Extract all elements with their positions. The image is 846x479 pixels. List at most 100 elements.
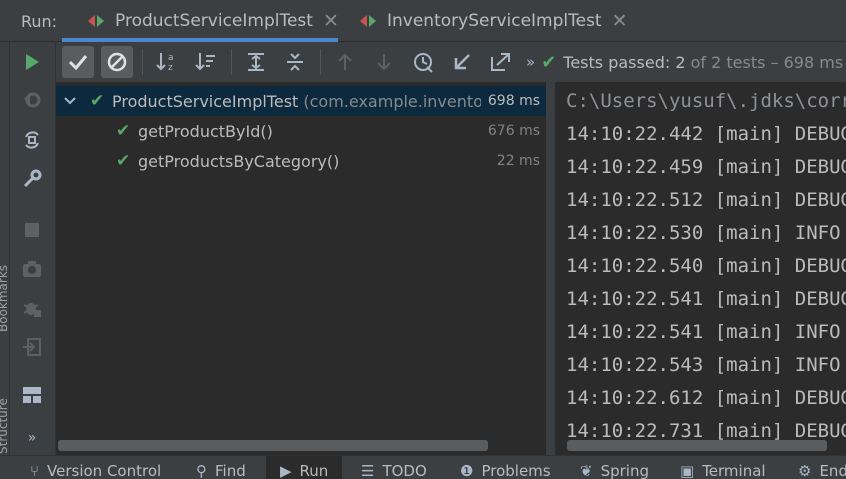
console-line: 14:10:22.541 [main] INFO bbox=[566, 321, 841, 343]
import-tests-icon[interactable] bbox=[446, 46, 478, 78]
run-sidebar: » bbox=[10, 42, 56, 455]
endpoints-tool-button[interactable]: ⚙ Endpoints bbox=[798, 456, 846, 479]
run-tool-button[interactable]: ▶ Run bbox=[266, 456, 343, 479]
previous-failed-test-icon[interactable] bbox=[329, 46, 361, 78]
collapse-all-icon[interactable] bbox=[279, 46, 311, 78]
passed-icon: ✔ bbox=[90, 91, 105, 111]
toolbar-separator bbox=[142, 49, 143, 75]
camera-icon[interactable] bbox=[20, 257, 44, 281]
test-class-package: (com.example.inventory.service) bbox=[303, 91, 482, 111]
show-passed-toggle[interactable] bbox=[62, 46, 94, 78]
run-icon: ▶ bbox=[280, 462, 292, 479]
test-method-name: getProductById() bbox=[138, 121, 273, 141]
tab-label: ProductServiceImplTest bbox=[115, 11, 313, 31]
toolbar-separator bbox=[320, 49, 321, 75]
branch-icon: ⑂ bbox=[30, 462, 40, 479]
problems-tool-button[interactable]: ❶ Problems bbox=[460, 456, 551, 479]
version-control-tool-button[interactable]: ⑂ Version Control bbox=[30, 456, 161, 479]
tests-status: ✔ Tests passed: 2 of 2 tests – 698 ms bbox=[541, 52, 843, 73]
test-toolbar: az » ✔ Tests passed: 2 of 2 tests – 698 … bbox=[56, 42, 846, 82]
spring-leaf-icon: ❦ bbox=[580, 462, 593, 479]
svg-text:a: a bbox=[168, 53, 174, 63]
tab-product-service-impl-test[interactable]: ProductServiceImplTest ✕ bbox=[88, 0, 339, 42]
test-history-icon[interactable] bbox=[407, 46, 439, 78]
rerun-failed-icon[interactable] bbox=[20, 89, 44, 113]
search-icon: ⚲ bbox=[196, 462, 207, 479]
close-icon[interactable]: ✕ bbox=[323, 10, 339, 32]
passed-icon: ✔ bbox=[116, 151, 131, 171]
test-duration: 22 ms bbox=[496, 153, 540, 169]
test-duration: 698 ms bbox=[487, 93, 540, 109]
sort-by-duration-icon[interactable] bbox=[190, 46, 222, 78]
close-icon[interactable]: ✕ bbox=[612, 10, 628, 32]
show-ignored-toggle[interactable] bbox=[101, 46, 133, 78]
test-class-name: ProductServiceImplTest bbox=[112, 91, 299, 111]
status-count: 2 bbox=[675, 52, 686, 72]
tool-label: Version Control bbox=[47, 462, 162, 479]
left-stripe: Bookmarks Structure bbox=[0, 42, 10, 455]
run-label: Run: bbox=[21, 12, 58, 31]
next-failed-test-icon[interactable] bbox=[368, 46, 400, 78]
toggle-auto-test-icon[interactable] bbox=[20, 128, 44, 152]
tool-label: Terminal bbox=[702, 462, 766, 479]
toolbar-overflow[interactable]: » bbox=[526, 53, 535, 71]
tree-row-root[interactable]: ✔ ProductServiceImplTest (com.example.in… bbox=[56, 86, 546, 116]
structure-stripe-label[interactable]: Structure bbox=[0, 398, 10, 454]
run-tab-bar: Run: ProductServiceImplTest ✕ InventoryS… bbox=[0, 0, 846, 42]
exit-icon[interactable] bbox=[20, 335, 44, 359]
debug-icon[interactable] bbox=[20, 296, 44, 320]
more-icon[interactable]: » bbox=[20, 426, 44, 450]
console-line: 14:10:22.459 [main] DEBUG bbox=[566, 156, 846, 178]
tool-label: Endpoints bbox=[819, 462, 846, 479]
stop-icon[interactable] bbox=[20, 218, 44, 242]
terminal-icon: ▣ bbox=[680, 462, 695, 479]
console-line: 14:10:22.530 [main] INFO bbox=[566, 222, 841, 244]
bookmarks-stripe-label[interactable]: Bookmarks bbox=[0, 265, 10, 332]
console-line: 14:10:22.541 [main] DEBUG bbox=[566, 288, 846, 310]
test-method-name: getProductsByCategory() bbox=[138, 151, 340, 171]
test-duration: 676 ms bbox=[487, 123, 540, 139]
passed-icon: ✔ bbox=[116, 121, 131, 141]
console-horizontal-scrollbar[interactable] bbox=[567, 440, 827, 451]
tree-horizontal-scrollbar[interactable] bbox=[58, 440, 488, 451]
test-tree: ✔ ProductServiceImplTest (com.example.in… bbox=[56, 82, 546, 455]
test-class-icon bbox=[360, 14, 378, 28]
wrench-icon[interactable] bbox=[20, 167, 44, 191]
tool-label: TODO bbox=[382, 462, 427, 479]
status-label: Tests passed: bbox=[563, 52, 671, 72]
tool-label: Spring bbox=[600, 462, 649, 479]
console-line: 14:10:22.512 [main] DEBUG bbox=[566, 189, 846, 211]
tool-label: Find bbox=[215, 462, 246, 479]
list-icon: ☰ bbox=[361, 462, 375, 479]
console-command-line: C:\Users\yusuf\.jdks\corretto bbox=[566, 90, 846, 112]
info-icon: ❶ bbox=[460, 462, 474, 479]
chevron-down-icon[interactable] bbox=[64, 93, 78, 109]
console-line: 14:10:22.442 [main] DEBUG bbox=[566, 123, 846, 145]
endpoints-icon: ⚙ bbox=[798, 462, 812, 479]
console-line: 14:10:22.731 [main] DEBUG bbox=[566, 420, 846, 442]
expand-all-icon[interactable] bbox=[240, 46, 272, 78]
layout-icon[interactable] bbox=[20, 383, 44, 407]
tab-inventory-service-impl-test[interactable]: InventoryServiceImplTest ✕ bbox=[360, 0, 628, 42]
console-line: 14:10:22.540 [main] DEBUG bbox=[566, 255, 846, 277]
todo-tool-button[interactable]: ☰ TODO bbox=[361, 456, 427, 479]
spring-tool-button[interactable]: ❦ Spring bbox=[580, 456, 649, 479]
tool-label: Problems bbox=[481, 462, 551, 479]
tab-label: InventoryServiceImplTest bbox=[387, 11, 602, 31]
tool-label: Run bbox=[299, 462, 329, 479]
sort-alphabetically-icon[interactable]: az bbox=[151, 46, 183, 78]
terminal-tool-button[interactable]: ▣ Terminal bbox=[680, 456, 766, 479]
run-icon[interactable] bbox=[20, 50, 44, 74]
find-tool-button[interactable]: ⚲ Find bbox=[196, 456, 246, 479]
console-output[interactable]: C:\Users\yusuf\.jdks\corretto 14:10:22.4… bbox=[555, 82, 846, 455]
tool-window-bar: ⑂ Version Control ⚲ Find ▶ Run ☰ TODO ❶ Probl… bbox=[0, 455, 846, 479]
console-line: 14:10:22.612 [main] DEBUG bbox=[566, 387, 846, 409]
svg-text:z: z bbox=[168, 63, 173, 73]
export-tests-icon[interactable] bbox=[485, 46, 517, 78]
status-summary: of 2 tests – 698 ms bbox=[690, 52, 844, 72]
tree-row-test[interactable]: ✔ getProductsByCategory() 22 ms bbox=[56, 146, 546, 176]
test-class-icon bbox=[88, 14, 106, 28]
check-icon: ✔ bbox=[541, 51, 557, 73]
splitter[interactable] bbox=[546, 82, 555, 455]
tree-row-test[interactable]: ✔ getProductById() 676 ms bbox=[56, 116, 546, 146]
